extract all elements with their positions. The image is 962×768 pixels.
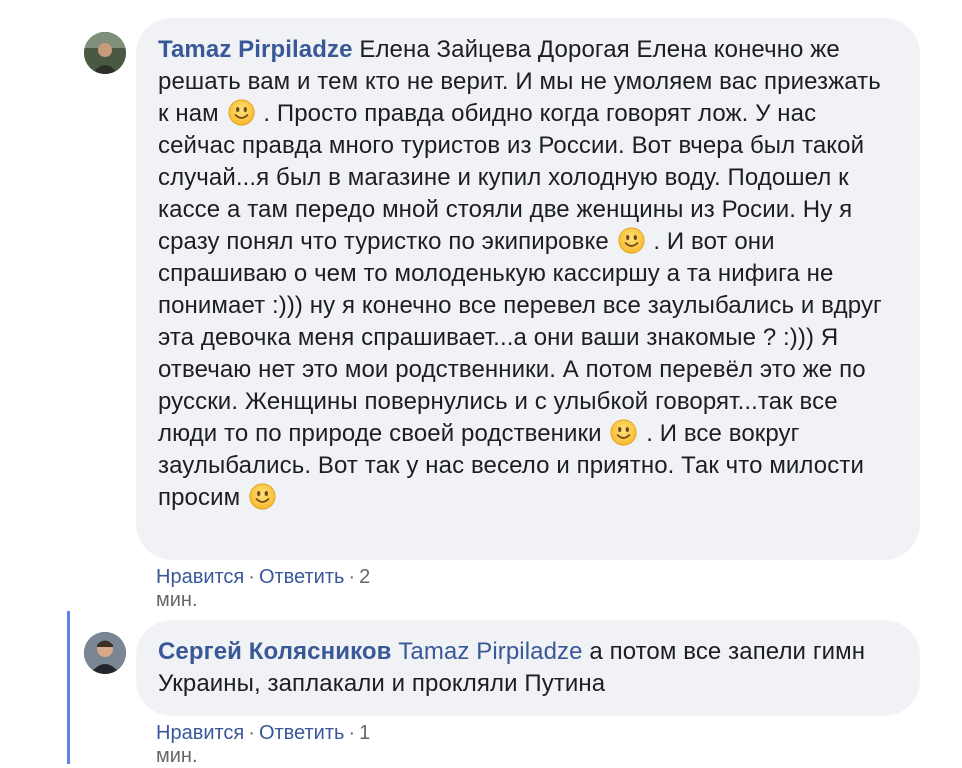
reply-button[interactable]: Ответить [259, 566, 345, 588]
separator-dot: · [248, 566, 255, 588]
separator-dot: · [348, 566, 356, 588]
avatar[interactable] [84, 32, 126, 74]
slightly-smiling-face-icon [249, 483, 276, 510]
separator-dot: · [248, 722, 255, 744]
slightly-smiling-face-icon [228, 99, 255, 126]
like-button[interactable]: Нравится [156, 566, 244, 588]
reply-button[interactable]: Ответить [259, 722, 345, 744]
comment-bubble: Tamaz Pirpiladze Елена Зайцева Дорогая Е… [136, 18, 920, 560]
avatar[interactable] [84, 632, 126, 674]
reply-thread-line [67, 611, 70, 764]
slightly-smiling-face-icon [610, 419, 637, 446]
comment-text: . И вот они спрашиваю о чем то молоденьк… [158, 228, 882, 447]
separator-dot: · [348, 722, 356, 744]
mention-link[interactable]: Tamaz Pirpiladze [398, 638, 582, 665]
slightly-smiling-face-icon [618, 227, 645, 254]
comment-actions: Нравится · Ответить · 2 мин. [156, 566, 370, 612]
like-button[interactable]: Нравится [156, 722, 244, 744]
comment-actions: Нравится · Ответить · 1 мин. [156, 722, 370, 768]
comment-author[interactable]: Сергей Колясников [158, 638, 391, 665]
comment-author[interactable]: Tamaz Pirpiladze [158, 36, 353, 63]
comment-bubble: Сергей Колясников Tamaz Pirpiladze а пот… [136, 620, 920, 716]
